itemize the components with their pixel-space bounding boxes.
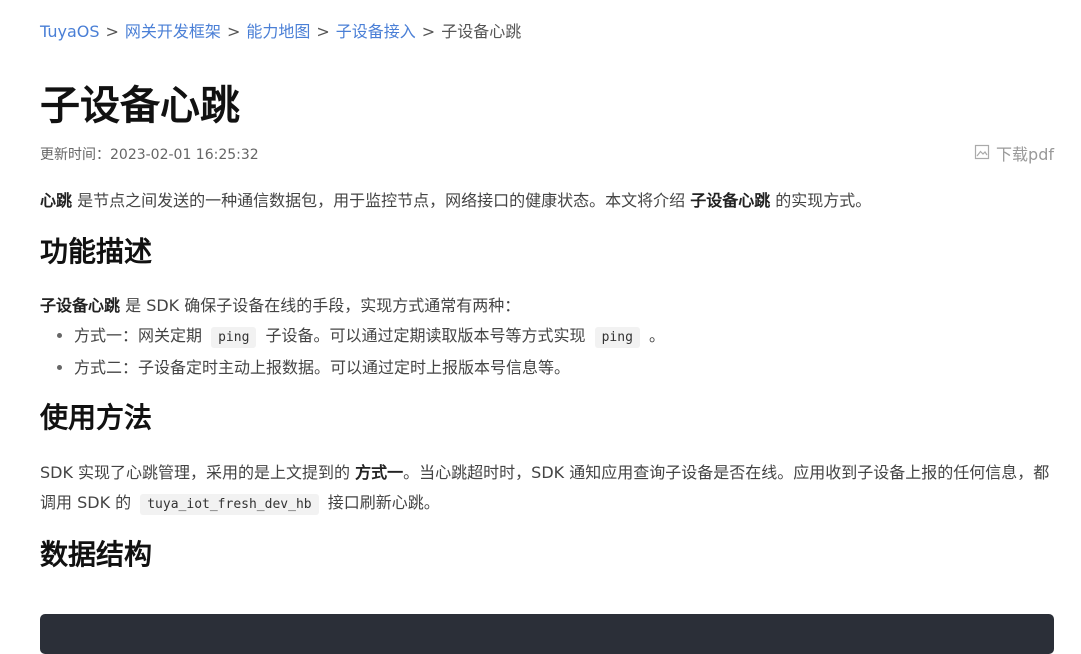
list-item-text: 子设备。可以通过定期读取版本号等方式实现 — [260, 326, 591, 345]
intro-text: 的实现方式。 — [770, 191, 872, 210]
breadcrumb-separator: > — [105, 22, 119, 41]
intro-bold-heartbeat: 心跳 — [40, 191, 73, 210]
breadcrumb-link-gateway-framework[interactable]: 网关开发框架 — [125, 22, 221, 41]
updated-time: 更新时间：2023-02-01 16:25:32 — [40, 147, 259, 163]
method-list: 方式一：网关定期 ping 子设备。可以通过定期读取版本号等方式实现 ping … — [40, 321, 1054, 383]
inline-code: ping — [211, 327, 257, 348]
usage-bold-method: 方式一 — [355, 463, 404, 482]
breadcrumb-separator: > — [316, 22, 330, 41]
inline-code: tuya_iot_fresh_dev_hb — [140, 494, 319, 515]
usage-text: SDK 实现了心跳管理，采用的是上文提到的 — [40, 463, 356, 482]
section-heading-data-structure: 数据结构 — [40, 538, 153, 571]
intro-bold-subdevice-heartbeat: 子设备心跳 — [690, 191, 771, 210]
function-bold-term: 子设备心跳 — [40, 296, 121, 315]
section-heading-function: 功能描述 — [40, 235, 153, 268]
pdf-download-icon — [974, 143, 990, 167]
page-title: 子设备心跳 — [40, 83, 240, 129]
breadcrumb-link-tuyaos[interactable]: TuyaOS — [40, 22, 100, 41]
breadcrumb-link-subdevice-access[interactable]: 子设备接入 — [336, 22, 416, 41]
function-paragraph: 子设备心跳 是 SDK 确保子设备在线的手段，实现方式通常有两种： — [40, 291, 520, 321]
function-text: 是 SDK 确保子设备在线的手段，实现方式通常有两种： — [120, 296, 521, 315]
breadcrumb: TuyaOS > 网关开发框架 > 能力地图 > 子设备接入 > 子设备心跳 — [40, 20, 521, 44]
breadcrumb-separator: > — [226, 22, 241, 41]
usage-paragraph: SDK 实现了心跳管理，采用的是上文提到的 方式一。当心跳超时时，SDK 通知应… — [40, 458, 1054, 520]
list-item: 方式一：网关定期 ping 子设备。可以通过定期读取版本号等方式实现 ping … — [74, 321, 1054, 353]
section-heading-usage: 使用方法 — [40, 401, 153, 434]
download-pdf-button[interactable]: 下载pdf — [974, 143, 1054, 167]
intro-text: 是节点之间发送的一种通信数据包，用于监控节点，网络接口的健康状态。本文将介绍 — [72, 191, 691, 210]
code-block — [40, 614, 1054, 654]
inline-code: ping — [594, 327, 640, 348]
breadcrumb-separator: > — [421, 22, 436, 41]
breadcrumb-current: 子设备心跳 — [441, 22, 522, 41]
list-item: 方式二：子设备定时主动上报数据。可以通过定时上报版本号信息等。 — [74, 353, 1054, 383]
list-item-text: 。 — [643, 326, 665, 345]
list-item-text: 方式二：子设备定时主动上报数据。可以通过定时上报版本号信息等。 — [74, 358, 571, 377]
intro-paragraph: 心跳 是节点之间发送的一种通信数据包，用于监控节点，网络接口的健康状态。本文将介… — [40, 186, 1054, 216]
usage-text: 接口刷新心跳。 — [322, 493, 440, 512]
list-item-text: 方式一：网关定期 — [74, 326, 208, 345]
download-pdf-label: 下载pdf — [996, 145, 1054, 164]
breadcrumb-link-capability-map[interactable]: 能力地图 — [246, 22, 310, 41]
